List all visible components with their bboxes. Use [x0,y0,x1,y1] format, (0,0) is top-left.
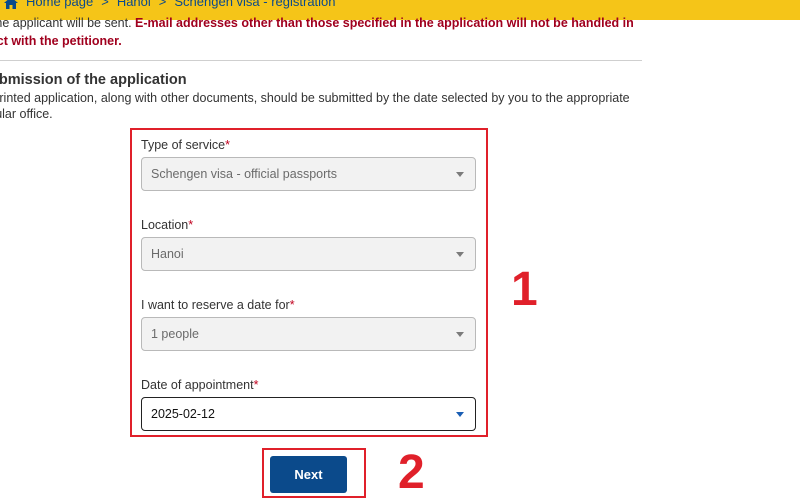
chevron-down-icon [456,252,464,257]
date-of-appointment-select[interactable]: 2025-02-12 [141,397,476,431]
type-of-service-label: Type of service* [141,138,230,152]
select-value: Hanoi [151,247,184,261]
next-button[interactable]: Next [270,456,347,493]
required-mark: * [225,138,230,152]
breadcrumb-separator: > [101,0,109,9]
label-text: Location [141,218,189,232]
required-mark: * [188,218,194,232]
select-value: 1 people [151,327,199,341]
annotation-marker-1: 1 [511,263,538,316]
chevron-down-icon [456,412,464,417]
select-value: 2025-02-12 [151,407,215,421]
label-text: Type of service [141,138,226,152]
section-divider [0,60,642,61]
notice-text: th the applicant will be sent. [0,16,132,30]
breadcrumb: Home page > Hanoi > Schengen visa - regi… [4,0,336,9]
email-notice: th the applicant will be sent. E-mail ad… [0,14,658,50]
breadcrumb-hanoi-link[interactable]: Hanoi [117,0,151,9]
reserve-date-for-label: I want to reserve a date for* [141,298,295,312]
chevron-down-icon [456,172,464,177]
notice-warning-continued: ntact with the petitioner. [0,34,122,48]
breadcrumb-home-link[interactable]: Home page [26,0,93,9]
home-icon[interactable] [4,0,18,9]
notice-warning: E-mail addresses other than those specif… [135,16,634,30]
breadcrumb-separator: > [158,0,167,9]
section-title: ubmission of the application [0,72,187,88]
location-select[interactable]: Hanoi [141,237,476,271]
date-of-appointment-label: Date of appointment* [141,378,258,392]
type-of-service-select[interactable]: Schengen visa - official passports [141,157,476,191]
breadcrumb-current: Schengen visa - registration [174,0,336,9]
chevron-down-icon [456,332,464,337]
location-label: Location* [141,218,193,232]
required-mark: * [253,378,259,392]
section-description: e printed application, along with other … [0,90,642,122]
select-value: Schengen visa - official passports [151,167,337,181]
people-count-select[interactable]: 1 people [141,317,476,351]
required-mark: * [289,298,295,312]
label-text: Date of appointment [141,378,254,392]
label-text: I want to reserve a date for [141,298,290,312]
annotation-marker-2: 2 [398,446,425,499]
section-description-line: e printed application, along with other … [0,91,630,105]
section-description-line: nsular office. [0,107,53,121]
